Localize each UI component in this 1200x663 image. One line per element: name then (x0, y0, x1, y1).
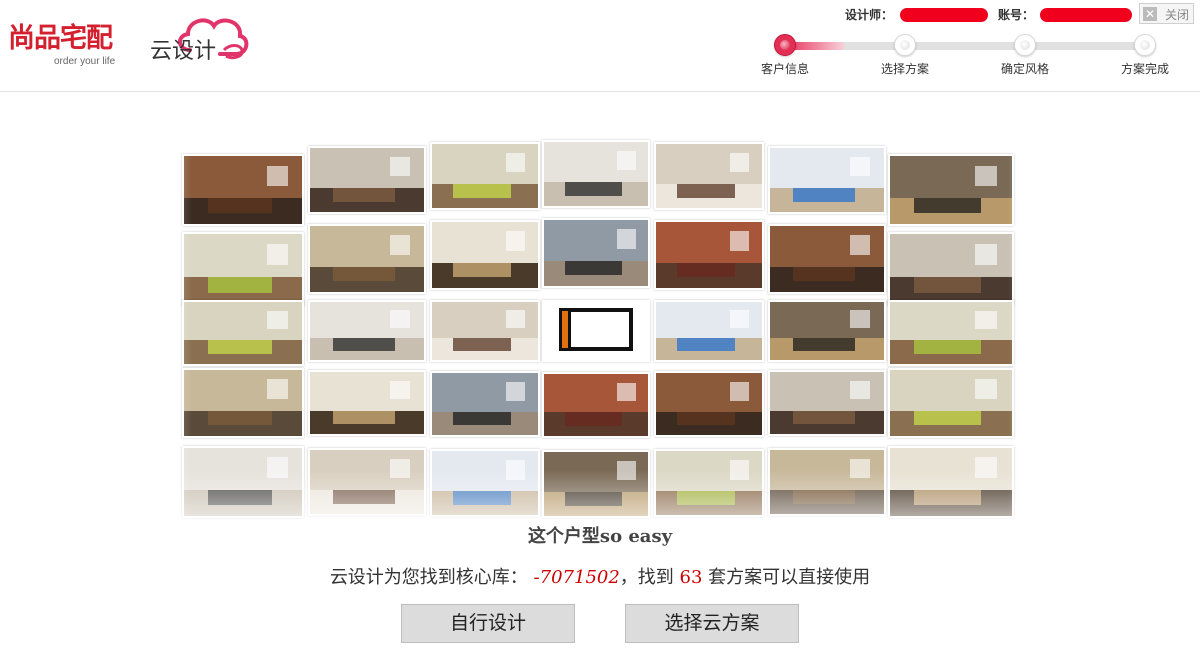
scheme-thumbnail[interactable] (430, 142, 540, 210)
scheme-thumbnail[interactable] (308, 224, 426, 294)
scheme-thumbnail[interactable] (768, 448, 886, 517)
account-label: 账号： (998, 8, 1035, 22)
brand-name: 尚品宅配 (8, 23, 113, 54)
scheme-thumbnail[interactable] (542, 218, 650, 288)
cloud-scheme-button[interactable]: 选择云方案 (625, 604, 799, 643)
step-dot-customer-info[interactable] (774, 34, 796, 56)
close-icon: ✕ (1143, 7, 1157, 21)
scheme-thumbnail[interactable] (308, 448, 426, 517)
found-prefix: 云设计为您找到核心库： (329, 567, 528, 588)
scheme-thumbnail[interactable] (654, 371, 764, 438)
close-label: 关闭 (1165, 8, 1190, 22)
scheme-thumbnail[interactable] (430, 449, 540, 518)
scheme-thumbnail[interactable] (768, 370, 886, 437)
scheme-thumbnail[interactable] (182, 367, 304, 438)
step-dot-scheme-complete[interactable] (1134, 34, 1156, 56)
scheme-thumbnail[interactable] (654, 220, 764, 290)
scheme-thumbnail[interactable] (542, 450, 650, 518)
found-message: 云设计为您找到核心库： -7071502，找到 63 套方案可以直接使用 (0, 563, 1200, 589)
step-label-scheme-complete: 方案完成 (1120, 62, 1169, 76)
scheme-thumbnail[interactable] (654, 300, 764, 362)
step-label-customer-info: 客户信息 (760, 62, 809, 76)
account-redacted (1040, 8, 1132, 22)
scheme-thumbnail[interactable] (768, 146, 886, 214)
scheme-thumbnail[interactable] (430, 300, 540, 362)
scheme-thumbnail[interactable] (654, 449, 764, 518)
scheme-thumbnail[interactable] (308, 146, 426, 214)
product-name: 云设计 (150, 39, 217, 64)
found-suffix: 套方案可以直接使用 (708, 567, 871, 588)
scheme-thumbnail[interactable] (182, 154, 304, 226)
header: 尚品宅配 order your life 云设计 设计师： 账号： ✕ 关闭 客… (0, 0, 1200, 92)
found-middle: ，找到 (619, 567, 674, 588)
designer-name-redacted (900, 8, 988, 22)
progress-track (785, 42, 1145, 50)
scheme-thumbnail[interactable] (768, 300, 886, 362)
scheme-thumbnail[interactable] (888, 367, 1014, 438)
scheme-thumbnail[interactable] (542, 140, 650, 208)
scheme-count: 63 (679, 567, 703, 588)
floorplan-thumbnail[interactable] (542, 300, 650, 362)
scheme-thumbnail[interactable] (888, 232, 1014, 306)
step-dot-select-scheme[interactable] (894, 34, 916, 56)
scheme-thumbnail[interactable] (888, 445, 1014, 518)
scheme-thumbnail[interactable] (888, 300, 1014, 366)
scheme-thumbnail[interactable] (182, 445, 304, 518)
step-dot-confirm-style[interactable] (1014, 34, 1036, 56)
scheme-thumbnail[interactable] (182, 232, 304, 306)
scheme-thumbnail[interactable] (182, 300, 304, 366)
step-label-confirm-style: 确定风格 (1000, 62, 1049, 76)
scheme-thumbnail[interactable] (888, 154, 1014, 226)
self-design-button[interactable]: 自行设计 (401, 604, 575, 643)
step-label-select-scheme: 选择方案 (880, 62, 929, 76)
library-code: -7071502 (533, 567, 620, 588)
scheme-thumbnail[interactable] (430, 371, 540, 438)
headline: 这个户型so easy (527, 526, 673, 547)
close-button[interactable]: ✕ 关闭 (1139, 3, 1194, 24)
scheme-thumbnail[interactable] (654, 142, 764, 210)
scheme-thumbnail[interactable] (768, 224, 886, 294)
scheme-gallery (122, 120, 1078, 560)
scheme-thumbnail[interactable] (430, 220, 540, 290)
app-window: 尚品宅配 order your life 云设计 设计师： 账号： ✕ 关闭 客… (0, 0, 1200, 663)
scheme-thumbnail[interactable] (308, 300, 426, 362)
brand-logo: 尚品宅配 order your life (8, 24, 115, 68)
brand-tagline: order your life (54, 56, 116, 67)
scheme-thumbnail[interactable] (542, 372, 650, 438)
designer-label: 设计师： (845, 8, 894, 22)
scheme-thumbnail[interactable] (308, 370, 426, 437)
